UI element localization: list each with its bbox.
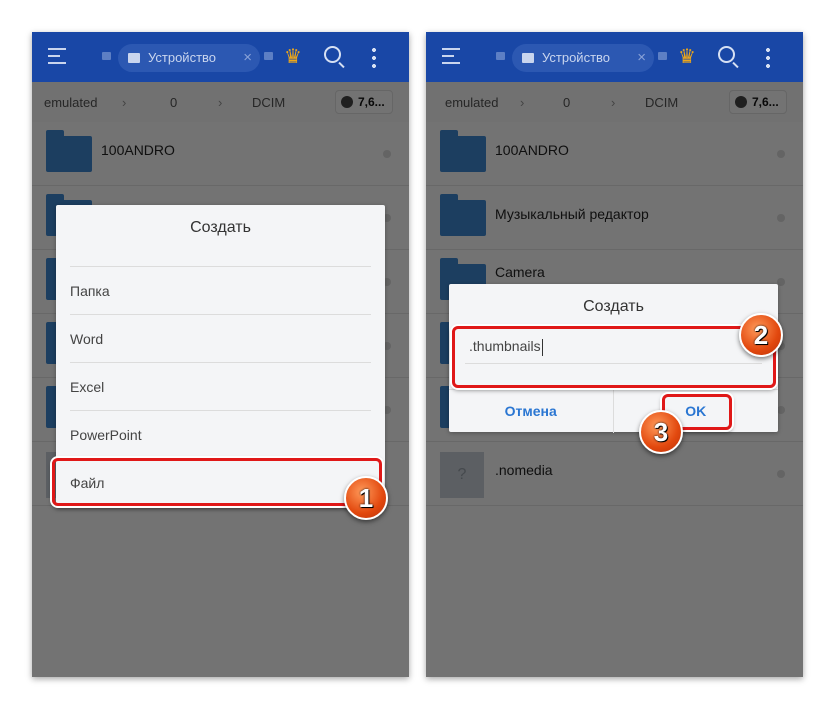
cancel-button[interactable]: Отмена xyxy=(449,390,614,433)
menu-item-word[interactable]: Word xyxy=(70,314,371,362)
storage-capacity[interactable]: 7,6... xyxy=(729,90,787,114)
select-dot[interactable] xyxy=(777,470,785,478)
folder-icon xyxy=(440,194,486,236)
more-icon[interactable] xyxy=(766,46,770,68)
crumb-separator: › xyxy=(520,95,525,110)
close-tab-icon[interactable]: × xyxy=(637,44,646,72)
window-icon[interactable] xyxy=(496,52,505,60)
crumb-dcim[interactable]: DCIM xyxy=(252,95,285,110)
device-icon xyxy=(128,53,140,63)
folder-icon xyxy=(440,130,486,172)
menu-item-excel[interactable]: Excel xyxy=(70,362,371,410)
close-tab-icon[interactable]: × xyxy=(243,44,252,72)
dialog-title: Создать xyxy=(190,219,251,236)
crown-icon[interactable]: ♛ xyxy=(284,44,302,69)
select-dot[interactable] xyxy=(383,150,391,158)
location-label: Устройство xyxy=(148,50,217,65)
menu-item-powerpoint[interactable]: PowerPoint xyxy=(70,410,371,458)
menu-icon[interactable] xyxy=(48,48,66,64)
select-dot[interactable] xyxy=(777,150,785,158)
list-item[interactable]: 100ANDRO xyxy=(32,122,409,186)
select-dot[interactable] xyxy=(777,278,785,286)
menu-icon[interactable] xyxy=(442,48,460,64)
step-badge-3: 3 xyxy=(639,410,683,454)
unknown-file-icon: ? xyxy=(440,452,484,498)
list-item[interactable]: ? .nomedia xyxy=(426,442,803,506)
highlight-input xyxy=(452,326,776,388)
crumb-emulated[interactable]: emulated xyxy=(44,95,97,110)
window-icon[interactable] xyxy=(264,52,273,60)
folder-icon xyxy=(46,130,92,172)
app-header: Устройство × ♛ xyxy=(426,32,803,82)
device-icon xyxy=(522,53,534,63)
item-name: Музыкальный редактор xyxy=(495,206,649,222)
list-item[interactable]: Музыкальный редактор xyxy=(426,186,803,250)
item-name: .nomedia xyxy=(495,462,553,478)
select-dot[interactable] xyxy=(777,406,785,414)
crumb-separator: › xyxy=(611,95,616,110)
search-icon[interactable] xyxy=(324,46,341,63)
dialog-title: Создать xyxy=(583,298,644,315)
step-badge-1: 1 xyxy=(344,476,388,520)
select-dot[interactable] xyxy=(777,214,785,222)
menu-item-folder[interactable]: Папка xyxy=(70,266,371,314)
window-icon[interactable] xyxy=(658,52,667,60)
step-badge-2: 2 xyxy=(739,313,783,357)
storage-capacity[interactable]: 7,6... xyxy=(335,90,393,114)
crumb-0[interactable]: 0 xyxy=(170,95,177,110)
highlight-file xyxy=(52,458,382,506)
crumb-emulated[interactable]: emulated xyxy=(445,95,498,110)
crown-icon[interactable]: ♛ xyxy=(678,44,696,69)
item-name: Camera xyxy=(495,264,545,280)
location-label: Устройство xyxy=(542,50,611,65)
more-icon[interactable] xyxy=(372,46,376,68)
item-name: 100ANDRO xyxy=(101,142,175,158)
search-icon[interactable] xyxy=(718,46,735,63)
location-tab[interactable]: Устройство × xyxy=(512,44,654,72)
breadcrumb: emulated › 0 › DCIM 7,6... xyxy=(426,82,803,122)
list-item[interactable]: 100ANDRO xyxy=(426,122,803,186)
right-phone-screen: Устройство × ♛ emulated › 0 › DCIM 7,6...… xyxy=(426,32,803,677)
left-phone-screen: Устройство × ♛ emulated › 0 › DCIM 7,6...… xyxy=(32,32,409,677)
app-header: Устройство × ♛ xyxy=(32,32,409,82)
location-tab[interactable]: Устройство × xyxy=(118,44,260,72)
item-name: 100ANDRO xyxy=(495,142,569,158)
crumb-0[interactable]: 0 xyxy=(563,95,570,110)
crumb-separator: › xyxy=(122,95,127,110)
crumb-dcim[interactable]: DCIM xyxy=(645,95,678,110)
window-icon[interactable] xyxy=(102,52,111,60)
breadcrumb: emulated › 0 › DCIM 7,6... xyxy=(32,82,409,122)
crumb-separator: › xyxy=(218,95,223,110)
